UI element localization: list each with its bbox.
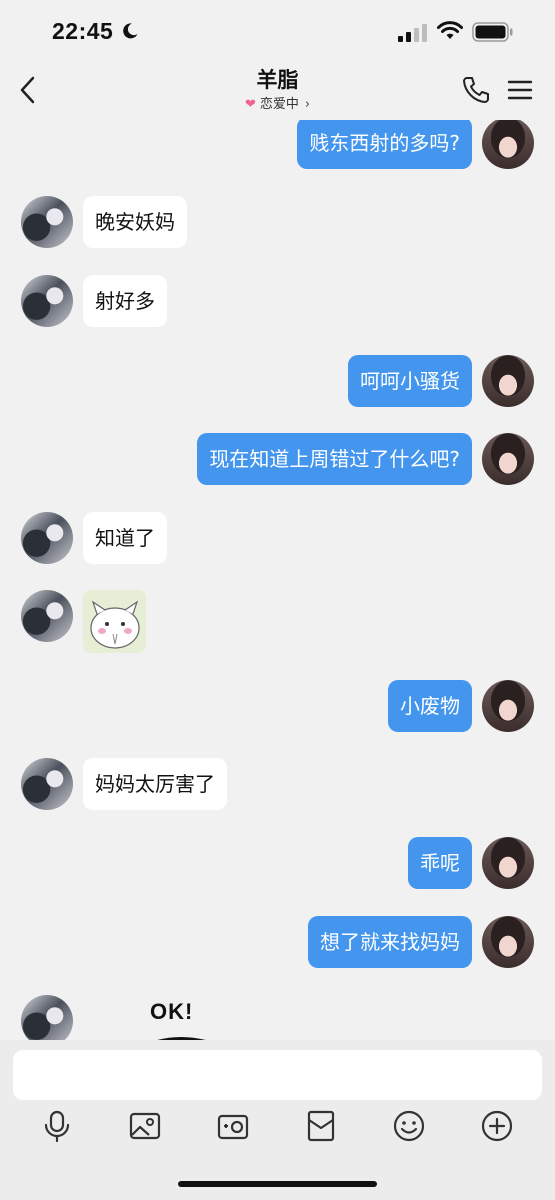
contact-avatar[interactable] — [21, 275, 73, 327]
message-bubble-outgoing[interactable]: 呵呵小骚货 — [348, 355, 472, 407]
microphone-icon[interactable] — [39, 1108, 75, 1144]
message-bubble-incoming[interactable]: 晚安妖妈 — [83, 196, 187, 248]
message-input[interactable] — [13, 1050, 542, 1100]
wifi-icon — [437, 21, 463, 39]
message-bubble-outgoing[interactable]: 想了就来找妈妈 — [308, 916, 472, 968]
composer — [0, 1040, 555, 1200]
image-icon[interactable] — [127, 1108, 163, 1144]
my-avatar[interactable] — [482, 680, 534, 732]
camera-icon[interactable] — [215, 1108, 251, 1144]
my-avatar[interactable] — [482, 120, 534, 169]
chat-header: 羊脂 ❤ 恋爱中 › — [0, 62, 555, 120]
my-avatar[interactable] — [482, 916, 534, 968]
ok-sticker[interactable]: OK! — [140, 997, 230, 1040]
status-bar: 22:45 — [0, 0, 555, 62]
cat-sticker-icon[interactable] — [83, 590, 146, 653]
my-avatar[interactable] — [482, 355, 534, 407]
contact-avatar[interactable] — [21, 758, 73, 810]
contact-avatar[interactable] — [21, 995, 73, 1040]
message-bubble-outgoing[interactable]: 小废物 — [388, 680, 472, 732]
home-indicator — [178, 1181, 377, 1187]
emoji-icon[interactable] — [391, 1108, 427, 1144]
my-avatar[interactable] — [482, 837, 534, 889]
message-bubble-incoming[interactable]: 射好多 — [83, 275, 167, 327]
contact-avatar[interactable] — [21, 196, 73, 248]
relationship-status-label: 恋爱中 — [259, 97, 299, 112]
my-avatar[interactable] — [482, 433, 534, 485]
message-bubble-incoming[interactable]: 知道了 — [83, 512, 167, 564]
message-bubble-outgoing[interactable]: 乖呢 — [408, 837, 472, 889]
moon-icon — [123, 23, 138, 39]
heart-icon: ❤ — [244, 97, 256, 112]
chevron-right-icon: › — [304, 97, 311, 112]
contact-avatar[interactable] — [21, 512, 73, 564]
message-bubble-outgoing[interactable]: 贱东西射的多吗? — [297, 120, 472, 169]
message-list[interactable]: 贱东西射的多吗? 晚安妖妈 射好多 呵呵小骚货 现在知道上周错过了什么吧? 知道… — [0, 120, 555, 1040]
plus-icon[interactable] — [479, 1108, 515, 1144]
phone-call-button[interactable] — [460, 74, 492, 106]
message-bubble-outgoing[interactable]: 现在知道上周错过了什么吧? — [197, 433, 472, 485]
message-bubble-incoming[interactable]: 妈妈太厉害了 — [83, 758, 227, 810]
status-time: 22:45 — [52, 18, 114, 44]
menu-icon[interactable] — [506, 76, 534, 104]
red-packet-icon[interactable] — [303, 1108, 339, 1144]
battery-icon — [472, 22, 513, 42]
signal-icon — [398, 24, 427, 42]
contact-avatar[interactable] — [21, 590, 73, 642]
